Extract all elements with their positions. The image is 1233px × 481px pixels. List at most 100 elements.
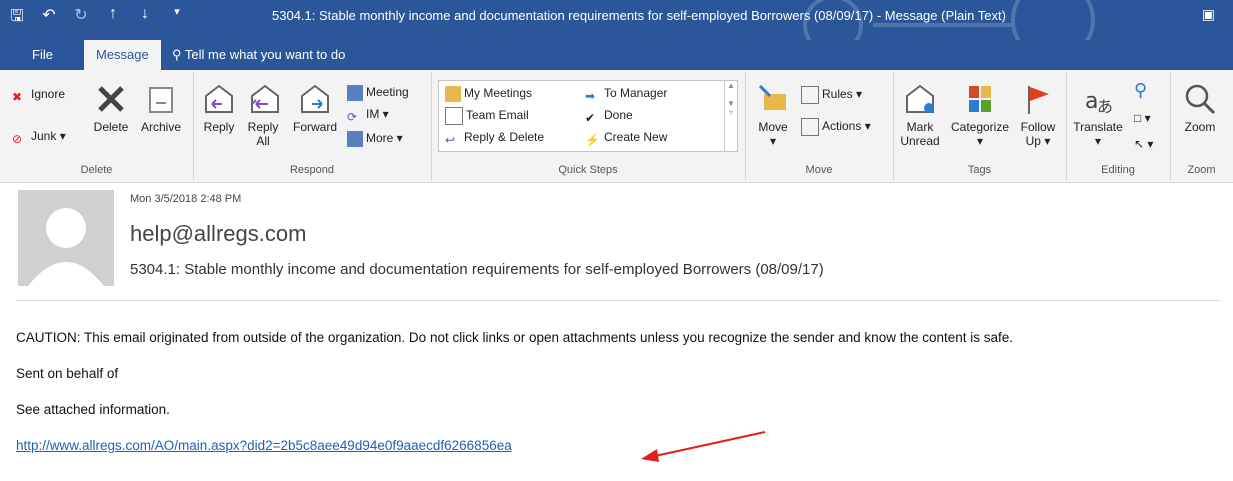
sent-on-behalf-text: Sent on behalf of bbox=[16, 366, 119, 381]
actions-label: Actions bbox=[822, 119, 862, 133]
to-manager-button[interactable]: ➡ To Manager bbox=[585, 83, 667, 103]
mark-unread-label-2: Unread bbox=[900, 134, 940, 148]
delete-icon bbox=[98, 86, 124, 112]
ribbon-tabs: File Message ⚲ Tell me what you want to … bbox=[0, 40, 1233, 70]
delete-group-label: Delete bbox=[80, 164, 113, 176]
zoom-label: Zoom bbox=[1184, 120, 1216, 134]
customize-qat-icon[interactable]: ▾ bbox=[168, 5, 186, 32]
undo-icon[interactable]: ↶ bbox=[40, 5, 58, 32]
reply-button[interactable]: Reply bbox=[199, 82, 239, 134]
im-button[interactable]: ⟳ IM ▾ bbox=[347, 104, 389, 124]
respond-group-label: Respond bbox=[289, 164, 335, 176]
ignore-button[interactable]: ✖ Ignore bbox=[12, 84, 65, 104]
more-icon bbox=[347, 130, 363, 147]
forward-icon bbox=[301, 84, 329, 113]
team-email-button[interactable]: Team Email bbox=[445, 105, 529, 125]
junk-icon: ⊘ bbox=[12, 131, 23, 146]
reply-delete-label: Reply & Delete bbox=[464, 130, 545, 144]
follow-up-label-2: Up bbox=[1025, 134, 1041, 148]
rules-button[interactable]: Rules ▾ bbox=[801, 84, 862, 104]
archive-label: Archive bbox=[140, 120, 181, 134]
group-tags: Mark Unread Categorize ▾ Follow Up ▾ Tags bbox=[893, 72, 1067, 180]
tab-file[interactable]: File bbox=[20, 40, 65, 70]
reply-all-label-2: All bbox=[256, 134, 270, 148]
mark-unread-button[interactable]: Mark Unread bbox=[897, 82, 943, 148]
create-new-button[interactable]: ⚡ Create New bbox=[585, 127, 667, 147]
sender-address[interactable]: help@allregs.com bbox=[130, 221, 306, 247]
archive-button[interactable]: Archive bbox=[138, 82, 184, 134]
forward-button[interactable]: Forward bbox=[289, 82, 341, 134]
archive-icon bbox=[149, 87, 173, 113]
reply-icon bbox=[205, 84, 233, 113]
reply-delete-button[interactable]: ↩ Reply & Delete bbox=[445, 127, 544, 147]
ribbon-display-options-icon[interactable]: ▣ bbox=[1202, 6, 1215, 23]
delete-label: Delete bbox=[93, 120, 129, 134]
quick-steps-gallery: My Meetings Team Email ↩ Reply & Delete ➡… bbox=[438, 80, 738, 152]
categorize-button[interactable]: Categorize ▾ bbox=[945, 82, 1015, 148]
categorize-icon bbox=[969, 86, 991, 112]
message-subject: 5304.1: Stable monthly income and docume… bbox=[130, 261, 824, 278]
team-email-label: Team Email bbox=[466, 108, 529, 122]
translate-label: Translate bbox=[1073, 120, 1123, 134]
move-label: Move bbox=[758, 120, 788, 134]
reply-delete-icon: ↩ bbox=[445, 132, 456, 147]
ignore-icon: ✖ bbox=[12, 89, 23, 104]
quick-steps-scroll[interactable]: ▲ ▼ ▿ bbox=[724, 81, 737, 151]
ignore-label: Ignore bbox=[31, 87, 66, 101]
cursor-icon[interactable]: ↖ ▾ bbox=[1134, 134, 1153, 154]
done-label: Done bbox=[604, 108, 633, 122]
save-icon[interactable]: 🖫 bbox=[8, 5, 26, 32]
window-title: 5304.1: Stable monthly income and docume… bbox=[272, 8, 1006, 23]
delete-button[interactable]: Delete bbox=[90, 82, 132, 134]
title-bar: 🖫 ↶ ↻ ↑ ↓ ▾ 5304.1: Stable monthly incom… bbox=[0, 0, 1233, 40]
envelope-icon bbox=[906, 84, 934, 113]
move-button[interactable]: Move ▾ bbox=[753, 82, 793, 148]
junk-button[interactable]: ⊘ Junk ▾ bbox=[12, 126, 66, 146]
reply-label: Reply bbox=[203, 120, 235, 134]
to-manager-icon: ➡ bbox=[585, 88, 596, 103]
tell-me-search[interactable]: ⚲ Tell me what you want to do bbox=[172, 40, 345, 70]
more-respond-button[interactable]: More ▾ bbox=[347, 128, 403, 148]
reply-all-icon bbox=[251, 84, 279, 113]
zoom-button[interactable]: Zoom bbox=[1176, 82, 1224, 134]
done-button[interactable]: ✔ Done bbox=[585, 105, 633, 125]
meeting-button[interactable]: Meeting bbox=[347, 82, 409, 102]
my-meetings-button[interactable]: My Meetings bbox=[445, 83, 532, 103]
caution-text: CAUTION: This email originated from outs… bbox=[16, 330, 1014, 345]
group-delete: ✖ Ignore ⊘ Junk ▾ Delete Archive Delete bbox=[0, 72, 194, 180]
checkmark-icon: ✔ bbox=[585, 110, 596, 125]
junk-label: Junk bbox=[31, 129, 57, 143]
next-item-icon[interactable]: ↓ bbox=[136, 5, 154, 32]
group-zoom: Zoom Zoom bbox=[1170, 72, 1233, 180]
group-move: Move ▾ Rules ▾ Actions ▾ Move bbox=[745, 72, 894, 180]
actions-button[interactable]: Actions ▾ bbox=[801, 116, 871, 136]
create-new-label: Create New bbox=[604, 130, 668, 144]
folder-icon bbox=[445, 85, 461, 102]
tags-group-label: Tags bbox=[967, 164, 992, 176]
allregs-link[interactable]: http://www.allregs.com/AO/main.aspx?did2… bbox=[16, 438, 1013, 453]
follow-up-button[interactable]: Follow Up ▾ bbox=[1017, 82, 1059, 148]
im-icon: ⟳ bbox=[347, 109, 358, 124]
mark-unread-label-1: Mark bbox=[906, 120, 934, 134]
reply-all-button[interactable]: Reply All bbox=[243, 82, 283, 148]
find-icon[interactable]: ⚲ bbox=[1134, 80, 1147, 100]
translate-button[interactable]: aあ Translate ▾ bbox=[1070, 82, 1126, 148]
actions-icon bbox=[801, 117, 819, 136]
move-icon bbox=[758, 84, 786, 110]
rules-icon bbox=[801, 85, 819, 104]
move-group-label: Move bbox=[805, 164, 833, 176]
avatar bbox=[18, 190, 114, 286]
forward-label: Forward bbox=[292, 120, 337, 134]
redo-icon[interactable]: ↻ bbox=[72, 5, 90, 32]
previous-item-icon[interactable]: ↑ bbox=[104, 5, 122, 32]
tell-me-label: Tell me what you want to do bbox=[184, 47, 346, 62]
tab-message[interactable]: Message bbox=[84, 40, 161, 70]
group-respond: Reply Reply All Forward Meeting ⟳ IM ▾ Mo… bbox=[193, 72, 432, 180]
magnifier-icon bbox=[1185, 84, 1216, 115]
categorize-label: Categorize bbox=[950, 120, 1010, 134]
select-icon[interactable]: □ ▾ bbox=[1134, 108, 1151, 128]
translate-icon: aあ bbox=[1085, 89, 1113, 116]
person-icon bbox=[28, 208, 104, 286]
message-header: Mon 3/5/2018 2:48 PM help@allregs.com 53… bbox=[0, 183, 1233, 297]
reply-all-label-1: Reply bbox=[247, 120, 279, 134]
